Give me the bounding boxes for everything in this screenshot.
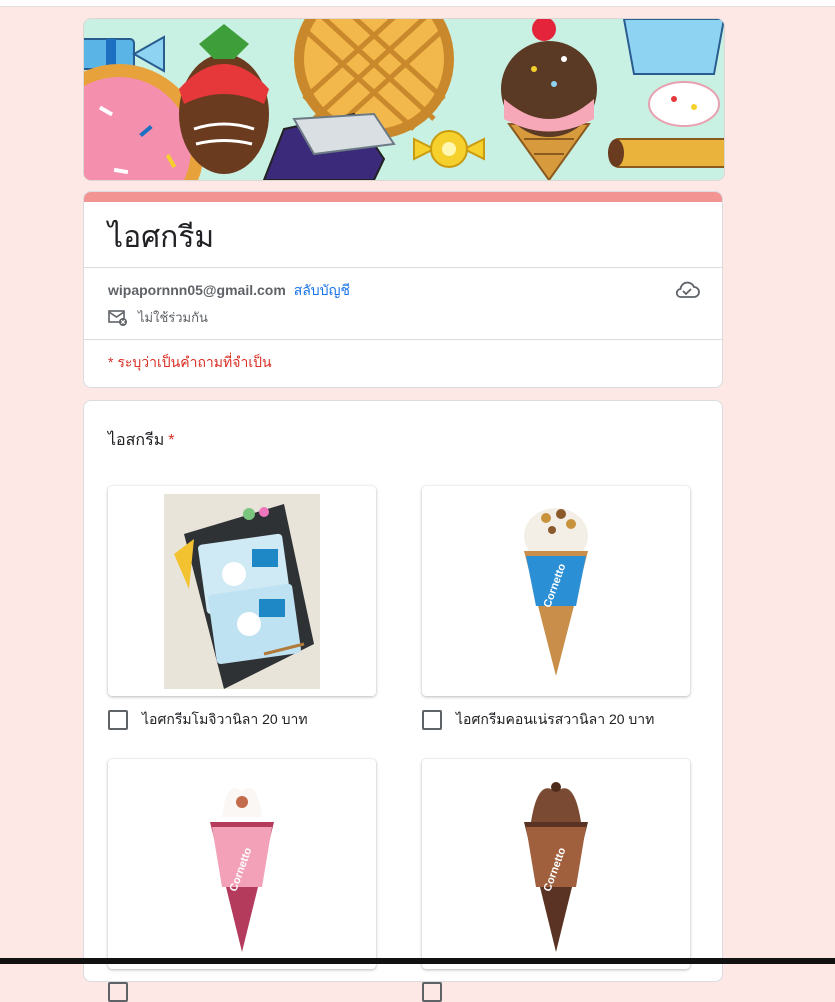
option-row[interactable]: ไอศกรีมคอนเน่รสวานิลา 20 บาท [422, 709, 690, 731]
option-image[interactable]: Cornetto [422, 759, 690, 969]
mochi-ice-cream-image [164, 493, 320, 689]
not-shared-label: ไม่ใช้ร่วมกัน [138, 310, 208, 325]
browser-top-edge [0, 0, 835, 7]
required-asterisk: * [168, 432, 175, 449]
option-row[interactable] [108, 982, 376, 1002]
cornetto-vanilla-image: Cornetto [524, 508, 588, 676]
question-title: ไอสกรีม * [108, 428, 174, 453]
account-divider [84, 339, 722, 340]
option-checkbox[interactable] [108, 982, 128, 1002]
form-title-card: ไอศกรีม wipapornnn05@gmail.com สลับบัญชี… [83, 191, 723, 388]
taskbar-edge [0, 958, 835, 964]
required-note: * ระบุว่าเป็นคำถามที่จำเป็น [108, 354, 272, 370]
option-checkbox[interactable] [108, 710, 128, 730]
title-divider [84, 267, 722, 268]
form-title: ไอศกรีม [108, 220, 215, 255]
not-shared-status: ไม่ใช้ร่วมกัน [108, 307, 208, 328]
mail-not-shared-icon [108, 309, 127, 326]
option-item[interactable]: Cornetto ไอศกรีมคอนเน่รสวานิลา 20 บาท [422, 486, 690, 731]
option-label: ไอศกรีมคอนเน่รสวานิลา 20 บาท [456, 711, 655, 727]
question-card: ไอสกรีม * ไอศกรีมโมจิวานิลา 20 บาท Corne… [83, 400, 723, 1002]
option-checkbox[interactable] [422, 710, 442, 730]
wafer-roll-illustration [608, 138, 724, 168]
switch-account-link[interactable]: สลับบัญชี [294, 282, 350, 298]
question-title-text: ไอสกรีม [108, 432, 165, 449]
option-row[interactable]: ไอศกรีมโมจิวานิลา 20 บาท [108, 709, 376, 731]
account-info: wipapornnn05@gmail.com สลับบัญชี [108, 280, 350, 302]
option-label: ไอศกรีมโมจิวานิลา 20 บาท [142, 711, 308, 727]
option-image[interactable]: Cornetto [108, 759, 376, 969]
option-row[interactable] [422, 982, 690, 1002]
option-image[interactable] [108, 486, 376, 696]
title-card-accent-bar [84, 192, 722, 202]
option-item[interactable]: Cornetto [422, 759, 690, 1002]
cornetto-chocolate-image: Cornetto [524, 781, 588, 952]
account-email: wipapornnn05@gmail.com [108, 282, 286, 298]
option-item[interactable]: ไอศกรีมโมจิวานิลา 20 บาท [108, 486, 376, 731]
option-checkbox[interactable] [422, 982, 442, 1002]
option-item[interactable]: Cornetto [108, 759, 376, 1002]
cornetto-strawberry-image: Cornetto [210, 787, 274, 952]
cloud-saved-icon[interactable] [674, 280, 700, 300]
form-header-banner [83, 18, 725, 181]
option-image[interactable]: Cornetto [422, 486, 690, 696]
